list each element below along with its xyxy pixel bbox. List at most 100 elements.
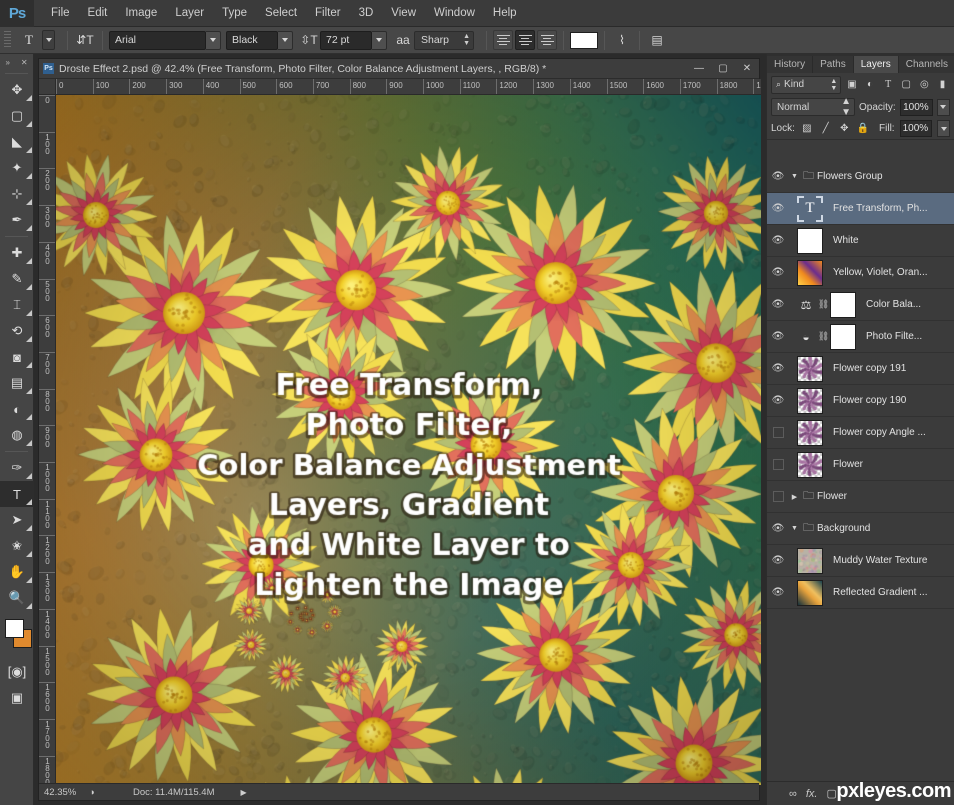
- color-balance-icon[interactable]: ⚖: [795, 292, 817, 318]
- lock-all-icon[interactable]: 🔒: [856, 121, 870, 136]
- visibility-eye-icon[interactable]: 👁: [767, 321, 789, 353]
- tool-flyout-icon[interactable]: [26, 473, 32, 479]
- antialias-select[interactable]: Sharp ▲ ▼: [414, 31, 474, 50]
- tool-flyout-icon[interactable]: [26, 258, 32, 264]
- hand-tool[interactable]: ✋: [0, 559, 34, 585]
- healing-brush-tool[interactable]: ✚: [0, 240, 34, 266]
- options-bar-grip[interactable]: [4, 31, 11, 49]
- quick-mask-button[interactable]: [◉]: [0, 659, 34, 685]
- filter-toggle-icon[interactable]: ▮: [935, 76, 950, 94]
- font-family-control[interactable]: Arial: [109, 31, 221, 50]
- menu-window[interactable]: Window: [425, 3, 484, 23]
- font-family-input[interactable]: Arial: [109, 31, 206, 50]
- warp-text-icon[interactable]: ⌇: [611, 30, 633, 51]
- tool-flyout-icon[interactable]: [26, 173, 32, 179]
- eyedropper-tool[interactable]: ✒: [0, 207, 34, 233]
- visibility-eye-icon[interactable]: 👁: [767, 289, 789, 321]
- visibility-empty-icon[interactable]: [767, 449, 789, 481]
- tool-flyout-icon[interactable]: [26, 336, 32, 342]
- visibility-eye-icon[interactable]: 👁: [767, 513, 789, 545]
- font-style-chevron-icon[interactable]: [278, 31, 293, 50]
- tool-preset-chevron-icon[interactable]: [42, 30, 55, 50]
- tools-panel-header[interactable]: » ✕: [0, 54, 33, 70]
- fill-input[interactable]: 100%: [900, 120, 933, 137]
- toggle-panels-icon[interactable]: ▤: [646, 30, 668, 51]
- align-left-button[interactable]: [493, 30, 513, 50]
- visibility-checkbox[interactable]: [773, 427, 784, 438]
- tool-flyout-icon[interactable]: [26, 121, 32, 127]
- filter-kind-select[interactable]: ⌕ Kind ▲ ▼: [771, 76, 841, 94]
- filter-smart-icon[interactable]: ◎: [917, 76, 932, 94]
- layer-row[interactable]: Flower: [767, 449, 954, 481]
- maximize-button[interactable]: ▢: [711, 60, 735, 78]
- layer-row[interactable]: 👁 T Free Transform, Ph...: [767, 193, 954, 225]
- layer-row[interactable]: 👁 ⚖ ⛓ Color Bala...: [767, 289, 954, 321]
- visibility-eye-icon[interactable]: 👁: [767, 161, 789, 193]
- crop-tool[interactable]: ⊹: [0, 181, 34, 207]
- layer-thumbnail[interactable]: [797, 420, 823, 446]
- visibility-empty-icon[interactable]: [767, 481, 789, 513]
- layer-row[interactable]: 👁 ▼ 🗀 Background: [767, 513, 954, 545]
- blur-tool[interactable]: ◐: [0, 396, 34, 422]
- path-selection-tool[interactable]: ➤: [0, 507, 34, 533]
- tool-flyout-icon[interactable]: [26, 414, 32, 420]
- layer-mask-thumbnail[interactable]: [830, 292, 856, 318]
- visibility-eye-icon[interactable]: 👁: [767, 193, 789, 225]
- layer-mask-thumbnail[interactable]: [830, 324, 856, 350]
- font-size-chevron-icon[interactable]: [372, 31, 387, 50]
- brush-tool[interactable]: ✎: [0, 266, 34, 292]
- filter-shape-icon[interactable]: ▢: [899, 76, 914, 94]
- menu-layer[interactable]: Layer: [166, 3, 213, 23]
- layer-thumbnail[interactable]: [797, 580, 823, 606]
- menu-filter[interactable]: Filter: [306, 3, 350, 23]
- tool-flyout-icon[interactable]: [26, 284, 32, 290]
- menu-type[interactable]: Type: [213, 3, 256, 23]
- align-right-button[interactable]: [537, 30, 557, 50]
- menu-select[interactable]: Select: [256, 3, 306, 23]
- visibility-eye-icon[interactable]: 👁: [767, 545, 789, 577]
- tool-flyout-icon[interactable]: [26, 499, 32, 505]
- layer-row[interactable]: 👁 ▼ 🗀 Flowers Group: [767, 161, 954, 193]
- tool-flyout-icon[interactable]: [26, 603, 32, 609]
- layer-row[interactable]: 👁 Muddy Water Texture: [767, 545, 954, 577]
- link-layers-icon[interactable]: ∞: [789, 788, 797, 800]
- visibility-eye-icon[interactable]: 👁: [767, 257, 789, 289]
- layer-row[interactable]: 👁 Flower copy 190: [767, 385, 954, 417]
- tab-channels[interactable]: Channels: [899, 56, 954, 73]
- tab-history[interactable]: History: [767, 56, 813, 73]
- visibility-eye-icon[interactable]: 👁: [767, 225, 789, 257]
- zoom-tool[interactable]: 🔍: [0, 585, 34, 611]
- type-tool[interactable]: T: [0, 481, 34, 507]
- menu-file[interactable]: File: [42, 3, 79, 23]
- clone-stamp-tool[interactable]: ⌶: [0, 292, 34, 318]
- menu-image[interactable]: Image: [116, 3, 166, 23]
- tool-flyout-icon[interactable]: [26, 225, 32, 231]
- eraser-tool[interactable]: ◙: [0, 344, 34, 370]
- dodge-tool[interactable]: ◍: [0, 422, 34, 448]
- visibility-empty-icon[interactable]: [767, 417, 789, 449]
- move-tool[interactable]: ✥: [0, 77, 34, 103]
- add-layer-mask-icon[interactable]: ▢: [826, 787, 836, 800]
- zoom-level[interactable]: 42.35%: [39, 787, 85, 798]
- layer-thumbnail[interactable]: [797, 452, 823, 478]
- image-canvas[interactable]: [56, 95, 761, 785]
- close-icon[interactable]: ✕: [21, 58, 28, 67]
- shape-tool[interactable]: ✬: [0, 533, 34, 559]
- tool-flyout-icon[interactable]: [26, 147, 32, 153]
- font-style-control[interactable]: Black: [226, 31, 293, 50]
- tool-flyout-icon[interactable]: [26, 525, 32, 531]
- menu-help[interactable]: Help: [484, 3, 526, 23]
- filter-pixel-icon[interactable]: ▣: [844, 76, 859, 94]
- close-button[interactable]: ✕: [735, 60, 759, 78]
- tool-flyout-icon[interactable]: [26, 199, 32, 205]
- lasso-tool[interactable]: ◣: [0, 129, 34, 155]
- screen-mode-button[interactable]: ▣: [0, 685, 34, 711]
- layer-row[interactable]: 👁 ◒ ⛓ Photo Filte...: [767, 321, 954, 353]
- layer-thumbnail[interactable]: [797, 228, 823, 254]
- horizontal-ruler[interactable]: 0 100 200 300 400 500 600 700 800 900 1000 1100 1200…: [56, 79, 761, 95]
- layer-row[interactable]: 👁 Yellow, Violet, Oran...: [767, 257, 954, 289]
- marquee-tool[interactable]: ▢: [0, 103, 34, 129]
- tool-flyout-icon[interactable]: [26, 362, 32, 368]
- tool-flyout-icon[interactable]: [26, 95, 32, 101]
- pen-tool[interactable]: ✑: [0, 455, 34, 481]
